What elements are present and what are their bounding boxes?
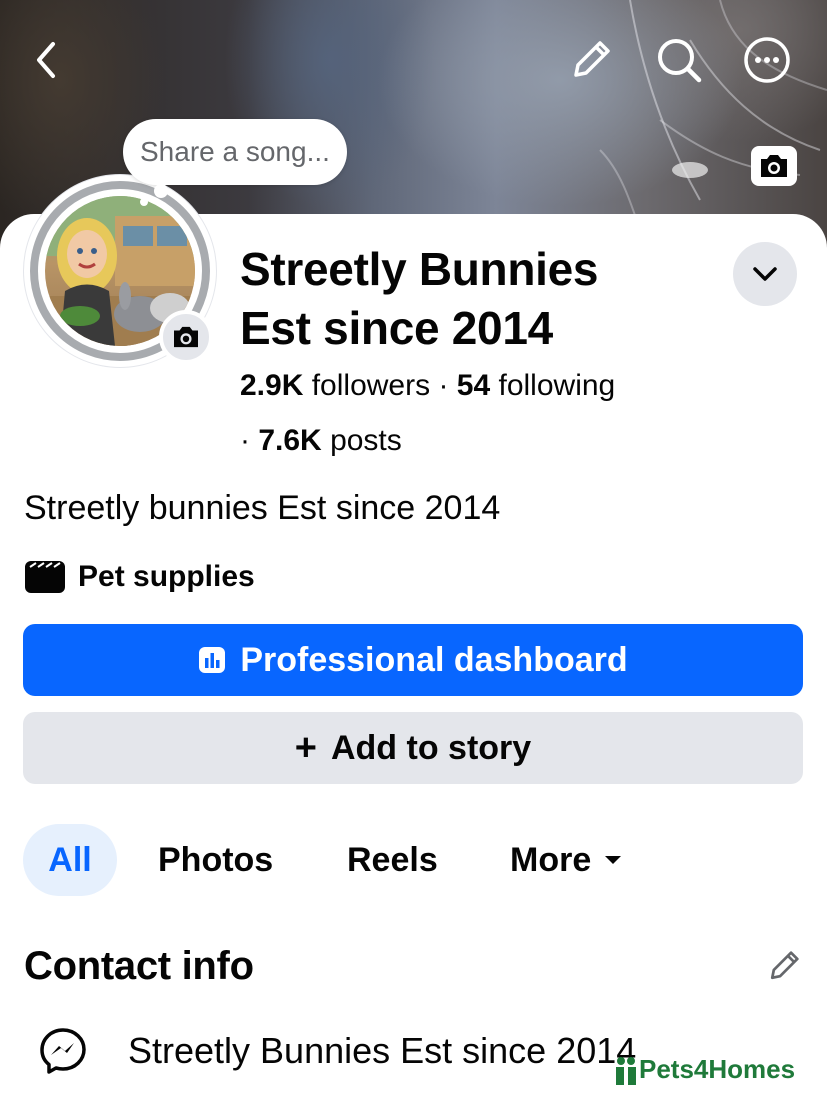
chevron-left-icon [37,42,55,78]
more-options-button[interactable] [743,36,791,84]
professional-dashboard-button[interactable]: Professional dashboard [23,624,803,696]
posts-count: 7.6K [258,424,322,457]
messenger-contact-name: Streetly Bunnies Est since 2014 [128,1030,637,1071]
pets4homes-logo-icon [616,1056,636,1085]
watermark: Pets4Homes [613,1054,795,1085]
pencil-icon [574,41,610,77]
bubble-tail [154,184,168,198]
caret-down-icon [605,856,622,864]
add-to-story-label: Add to story [330,728,532,767]
bubble-tail-small [140,198,148,206]
tab-all[interactable]: All [23,824,117,896]
clapperboard-icon [25,561,65,593]
search-icon [658,39,702,83]
posts-separator: · [240,424,250,457]
following-count[interactable]: 54 [457,369,490,402]
page-category-label: Pet supplies [78,560,255,593]
edit-contact-info-button[interactable] [762,944,806,988]
messenger-icon [38,1026,88,1076]
edit-profile-button[interactable] [567,36,615,84]
followers-label[interactable]: followers [312,369,430,402]
back-button[interactable] [22,36,70,84]
contact-info-heading: Contact info [24,944,254,988]
stats-separator: · [438,369,449,402]
pencil-icon [770,951,799,980]
camera-icon [761,155,787,177]
edit-cover-photo-button[interactable] [751,146,797,186]
tab-more[interactable]: More [510,824,623,896]
professional-dashboard-label: Professional dashboard [240,640,628,679]
share-song-placeholder: Share a song... [140,136,330,167]
following-label[interactable]: following [499,369,616,402]
add-to-story-button[interactable]: + Add to story [23,712,803,784]
page-title: Streetly Bunnies Est since 2014 [240,240,710,358]
followers-count[interactable]: 2.9K [240,369,303,402]
posts-stat: · 7.6K posts [240,421,402,461]
search-button[interactable] [655,36,703,84]
tab-reels[interactable]: Reels [347,824,438,896]
profile-stats: 2.9K followers · 54 following [240,366,615,406]
contact-messenger-row[interactable]: Streetly Bunnies Est since 2014 [38,1026,636,1076]
more-horizontal-icon [744,37,790,83]
dashboard-icon [198,646,226,674]
share-song-bubble[interactable]: Share a song... [123,119,347,185]
profile-bio: Streetly bunnies Est since 2014 [24,489,501,527]
camera-icon [174,326,198,348]
tab-more-label: More [510,840,592,879]
watermark-text: Pets4Homes [639,1054,796,1084]
page-title-line1: Streetly Bunnies [240,243,599,295]
posts-label: posts [330,424,402,457]
edit-profile-picture-button[interactable] [159,310,213,364]
page-category: Pet supplies [24,560,255,594]
plus-icon: + [294,726,317,769]
chevron-down-icon [753,267,777,281]
page-title-line2: Est since 2014 [240,302,553,354]
switch-profile-button[interactable] [733,242,797,306]
tab-photos[interactable]: Photos [158,824,273,896]
